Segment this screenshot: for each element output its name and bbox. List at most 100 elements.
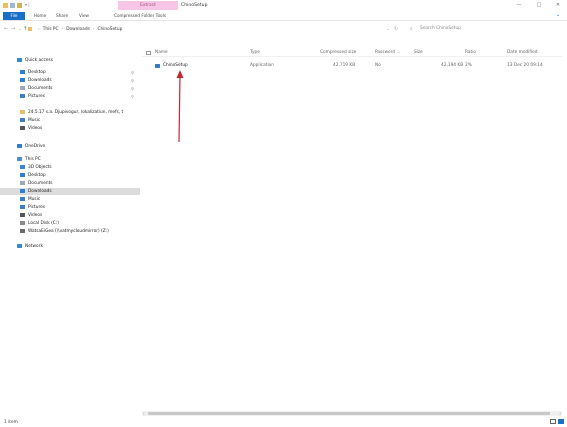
pin-icon[interactable]: ⚲ [131, 69, 134, 76]
column-password[interactable]: Password ... [375, 50, 401, 55]
sidebar-item-music[interactable]: Music [0, 117, 140, 124]
status-item-count: 1 item [4, 420, 18, 425]
forward-icon[interactable]: → [11, 25, 15, 33]
address-dropdown-icon[interactable]: ⌄ [386, 25, 389, 33]
column-type[interactable]: Type [250, 50, 260, 55]
horizontal-scrollbar[interactable]: ‹ › [142, 411, 562, 416]
recent-dropdown-icon[interactable]: ⌄ [18, 25, 21, 33]
pin-icon[interactable]: ⚲ [131, 85, 134, 92]
search-icon: ⌕ [410, 27, 413, 32]
address-bar[interactable]: › This PC › Downloads › ChinoSetup [28, 25, 398, 33]
sidebar-item-label: Music [28, 197, 41, 202]
arrow-shaft [178, 74, 181, 143]
breadcrumb-this-pc[interactable]: This PC [43, 27, 59, 32]
sidebar-item-desktop[interactable]: Desktop ⚲ [0, 69, 140, 76]
tab-share[interactable]: Share [52, 12, 72, 20]
scroll-right-icon[interactable]: › [559, 411, 561, 416]
breadcrumb-downloads[interactable]: Downloads [66, 27, 90, 32]
sidebar-item-pictures[interactable]: Pictures ⚲ [0, 93, 140, 100]
pictures-icon [20, 93, 25, 98]
ribbon-tabs: File Home Share View Compressed Folder T… [0, 11, 567, 21]
tab-file[interactable]: File [3, 12, 25, 20]
pictures-icon [20, 204, 25, 209]
sidebar-item-label: WatsaEiGea (\\vatmycloudmirror) (Z:) [28, 229, 109, 234]
breadcrumb-separator-icon: › [61, 26, 64, 32]
column-compressed-size[interactable]: Compressed size [320, 50, 356, 55]
sidebar-item-label: Pictures [28, 94, 46, 99]
cube-icon [20, 164, 25, 169]
ribbon-expand-icon[interactable]: ⌄ [556, 12, 560, 18]
sidebar-item-label: Downloads [28, 189, 52, 194]
column-size[interactable]: Size [414, 50, 423, 55]
videos-icon [20, 212, 25, 217]
file-size: 42,194 KB [441, 63, 464, 68]
breadcrumb-separator-icon: › [38, 26, 40, 32]
scroll-left-icon[interactable]: ‹ [143, 411, 145, 416]
column-ratio[interactable]: Ratio [465, 50, 476, 55]
network-icon [17, 243, 22, 248]
cloud-icon [17, 143, 22, 148]
sidebar-item-music[interactable]: Music [0, 196, 140, 203]
sidebar-item-documents[interactable]: Documents [0, 180, 140, 187]
close-button[interactable]: ✕ [549, 1, 567, 10]
download-icon [20, 77, 25, 82]
maximize-button[interactable]: □ [530, 1, 548, 10]
properties-icon[interactable] [10, 3, 15, 8]
sidebar-item-watsaeigea-vatmycloudmirror-z[interactable]: WatsaEiGea (\\vatmycloudmirror) (Z:) [0, 228, 140, 235]
annotation-arrow [176, 70, 184, 143]
sidebar-item-3d-objects[interactable]: 3D Objects [0, 164, 140, 171]
sidebar-item-onedrive[interactable]: OneDrive [0, 143, 140, 150]
tab-view[interactable]: View [74, 12, 94, 20]
window-title: ChinoSetup [181, 3, 208, 8]
sidebar-item-pictures[interactable]: Pictures [0, 204, 140, 211]
column-headers: Name Type Compressed size Password ... S… [142, 48, 562, 57]
file-list: Name Type Compressed size Password ... S… [142, 48, 562, 408]
minimize-button[interactable]: — [510, 1, 528, 10]
column-name[interactable]: Name [155, 50, 168, 55]
sidebar-item-label: Videos [28, 213, 43, 218]
sidebar-item-label: Documents [28, 181, 53, 186]
tab-compressed-folder-tools[interactable]: Compressed Folder Tools [100, 12, 180, 20]
computer-icon [17, 156, 22, 161]
up-icon[interactable]: ↑ [23, 25, 27, 33]
drive-icon [20, 220, 25, 225]
file-type: Application [250, 63, 275, 68]
sidebar-item-label: 3D Objects [28, 165, 52, 170]
sidebar-item-label: Documents [28, 86, 53, 91]
column-date-modified[interactable]: Date modified [507, 50, 537, 55]
large-icons-view-icon[interactable] [558, 419, 564, 424]
sidebar-item-local-disk-c[interactable]: Local Disk (C:) [0, 220, 140, 227]
breadcrumb-separator-icon: › [92, 26, 95, 32]
sidebar-item-network[interactable]: Network [0, 243, 140, 250]
pin-icon[interactable]: ⚲ [131, 93, 134, 100]
sidebar-item-desktop[interactable]: Desktop [0, 172, 140, 179]
documents-icon [20, 85, 25, 90]
details-view-icon[interactable] [550, 419, 556, 424]
refresh-icon[interactable]: ↻ [394, 25, 398, 33]
file-ratio: 2% [465, 63, 472, 68]
horizontal-scroll-thumb[interactable] [148, 412, 550, 415]
context-tab-extract[interactable]: Extract [118, 1, 178, 10]
sidebar-item-quick-access[interactable]: Quick access [0, 57, 140, 64]
sidebar-item-this-pc[interactable]: This PC [0, 156, 140, 163]
sidebar-item-label: Pictures [28, 205, 46, 210]
sidebar-item-videos[interactable]: Videos [0, 125, 140, 132]
search-input[interactable]: Search ChinoSetup [404, 25, 554, 33]
music-icon [20, 196, 25, 201]
sidebar-item-24-5-17-s-a-djupivogur-lokalizatiun-mefs-t[interactable]: 24.5.17 s.a. Djupivogur, lokalizatiun, m… [0, 109, 140, 116]
sidebar-item-label: Local Disk (C:) [28, 221, 59, 226]
select-all-checkbox[interactable] [146, 50, 151, 55]
table-row[interactable]: ChinoSetup Application 42,719 KB No 42,1… [142, 62, 562, 70]
sidebar-item-downloads[interactable]: Downloads ⚲ [0, 77, 140, 84]
back-icon[interactable]: ← [4, 25, 8, 33]
sidebar-item-videos[interactable]: Videos [0, 212, 140, 219]
title-bar: ▾ | [0, 0, 567, 11]
pin-icon[interactable]: ⚲ [131, 77, 134, 84]
tab-home[interactable]: Home [30, 12, 50, 20]
quick-access-dropdown-icon[interactable]: ▾ | [25, 2, 30, 7]
sidebar-item-documents[interactable]: Documents ⚲ [0, 85, 140, 92]
sidebar-item-downloads[interactable]: Downloads [0, 188, 140, 195]
breadcrumb-chinosetup[interactable]: ChinoSetup [98, 27, 123, 32]
sidebar-item-label: This PC [25, 157, 41, 162]
new-folder-icon[interactable] [17, 3, 22, 8]
